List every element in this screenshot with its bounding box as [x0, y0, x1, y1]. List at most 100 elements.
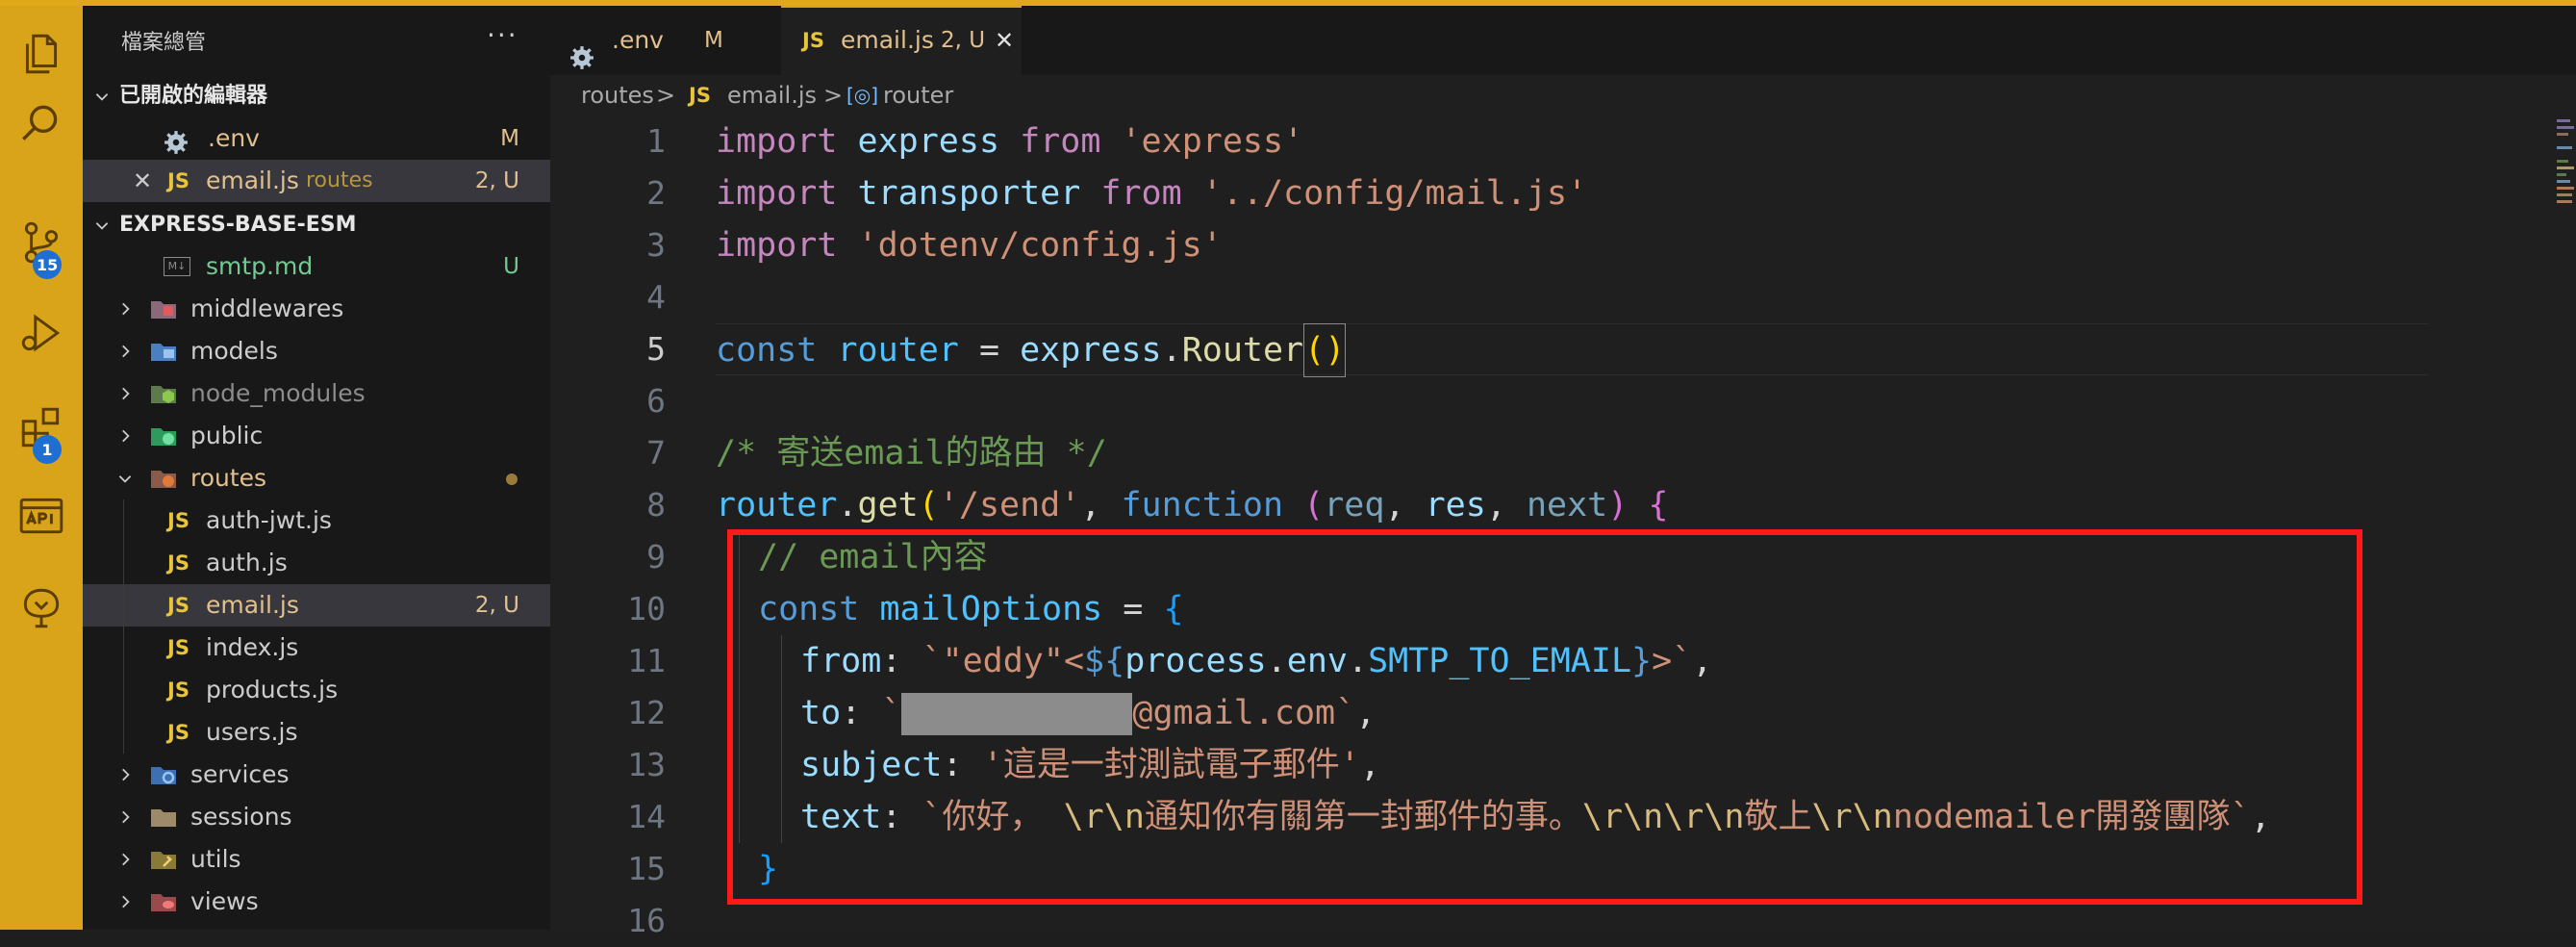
line-number-current: 5: [646, 330, 666, 368]
folder-icon: [151, 852, 176, 869]
folder-icon: [151, 809, 176, 827]
search-icon[interactable]: [0, 89, 83, 158]
gear-icon: [164, 126, 189, 154]
folder-icon: [151, 301, 176, 319]
breadcrumb-symbol[interactable]: router: [883, 75, 953, 115]
js-file-icon: JS: [167, 636, 189, 659]
code-line-8: router.get('/send', function (req, res, …: [716, 486, 1669, 525]
chevron-down-icon: [92, 204, 112, 246]
tree-folder-views[interactable]: views: [83, 881, 550, 923]
tree-item-name: middlewares: [190, 294, 344, 322]
tree-folder-sessions[interactable]: sessions: [83, 796, 550, 838]
code-line-3: import 'dotenv/config.js': [716, 226, 1223, 265]
symbol-variable-icon: [◎]: [846, 84, 879, 107]
open-editor-item-active[interactable]: ✕ JS email.js routes 2, U: [83, 160, 550, 202]
indent-guide: [123, 627, 124, 669]
tree-item-name: email.js: [206, 591, 299, 619]
run-debug-icon[interactable]: [0, 298, 83, 368]
source-control-icon[interactable]: 15: [0, 208, 83, 279]
close-icon[interactable]: ✕: [133, 160, 152, 202]
folder-icon: [151, 428, 176, 446]
modified-dot-icon: [506, 474, 518, 485]
breadcrumb-folder[interactable]: routes: [581, 75, 654, 115]
tab-email-js[interactable]: JS email.js 2, U ✕: [781, 6, 1022, 75]
explorer-header: 檔案總管 ···: [83, 6, 550, 71]
api-icon[interactable]: [0, 481, 83, 550]
tree-file-auth-jwt[interactable]: JS auth-jwt.js: [83, 499, 550, 542]
extensions-icon[interactable]: 1: [0, 393, 83, 464]
tab-status: 2, U: [941, 28, 986, 53]
gear-icon: [569, 28, 594, 69]
tree-folder-node-modules[interactable]: node_modules: [83, 372, 550, 415]
tree-file-auth[interactable]: JS auth.js: [83, 542, 550, 584]
chevron-right-icon: [115, 881, 135, 923]
line-number: 6: [646, 382, 666, 420]
js-file-icon: JS: [167, 721, 189, 744]
indent-guide: [123, 711, 124, 754]
line-number: 13: [627, 746, 666, 783]
tab-label: email.js: [841, 26, 934, 54]
line-number: 4: [646, 278, 666, 316]
explorer-sidebar: 檔案總管 ··· 已開啟的編輯器 .env M ✕ JS email.js ro…: [83, 6, 550, 930]
js-file-icon: JS: [167, 509, 189, 532]
close-icon[interactable]: ✕: [995, 6, 1014, 75]
chevron-right-icon: [115, 754, 135, 796]
scm-badge: 15: [33, 250, 63, 279]
tree-item-name: routes: [190, 464, 267, 492]
tree-item-name: public: [190, 422, 264, 449]
code-editor[interactable]: 1 2 3 4 5 6 7 8 9 10 11 12 13 14 15 16 i…: [550, 115, 2576, 939]
open-editors-section[interactable]: 已開啟的編輯器: [83, 75, 550, 117]
chevron-right-icon: [115, 415, 135, 457]
breadcrumb-separator: >: [656, 82, 676, 109]
tree-item-name: services: [190, 760, 290, 788]
tree-item-name: auth-jwt.js: [206, 506, 332, 534]
explorer-title: 檔案總管: [121, 31, 207, 55]
tree-item-name: auth.js: [206, 549, 288, 576]
tree-folder-models[interactable]: models: [83, 330, 550, 372]
line-number: 14: [627, 798, 666, 835]
breadcrumb-file[interactable]: email.js: [727, 75, 817, 115]
remote-icon[interactable]: [0, 574, 83, 643]
project-section[interactable]: EXPRESS-BASE-ESM: [83, 204, 550, 246]
more-actions-icon[interactable]: ···: [487, 19, 518, 51]
tree-file-products[interactable]: JS products.js: [83, 669, 550, 711]
tree-item-status: 2, U: [474, 593, 519, 618]
explorer-icon[interactable]: [0, 19, 83, 89]
line-number: 15: [627, 850, 666, 887]
open-editor-item[interactable]: .env M: [83, 117, 550, 160]
indent-guide: [123, 542, 124, 584]
js-file-icon: JS: [167, 551, 189, 575]
chevron-right-icon: [115, 330, 135, 372]
chevron-down-icon: [92, 75, 112, 117]
tree-item-name: sessions: [190, 803, 292, 831]
tree-folder-utils[interactable]: utils: [83, 838, 550, 881]
tree-file-email-selected[interactable]: JS email.js 2, U: [83, 584, 550, 627]
tree-folder-routes[interactable]: routes: [83, 457, 550, 499]
tree-file-users[interactable]: JS users.js: [83, 711, 550, 754]
folder-open-icon: [151, 471, 176, 488]
breadcrumb: routes > JS email.js > [◎] router: [550, 75, 2576, 115]
indent-guide: [123, 499, 124, 542]
line-number: 9: [646, 538, 666, 576]
tab-env[interactable]: .env M: [550, 6, 773, 75]
tree-item-name: models: [190, 337, 278, 365]
chevron-right-icon: [115, 838, 135, 881]
tree-item-name: views: [190, 887, 259, 915]
js-file-icon: JS: [167, 169, 189, 192]
tree-item-status: U: [503, 254, 519, 279]
tree-file-index[interactable]: JS index.js: [83, 627, 550, 669]
minimap[interactable]: [2557, 115, 2576, 241]
chevron-right-icon: [115, 288, 135, 330]
indent-guide: [123, 584, 124, 627]
tree-folder-middlewares[interactable]: middlewares: [83, 288, 550, 330]
bracket-match-highlight: (): [1303, 323, 1347, 377]
tree-item-smtp-md[interactable]: M↓ smtp.md U: [83, 245, 550, 288]
tab-status: M: [704, 28, 723, 53]
tree-folder-services[interactable]: services: [83, 754, 550, 796]
js-file-icon: JS: [167, 594, 189, 617]
folder-icon: [151, 344, 176, 361]
tree-item-name: users.js: [206, 718, 298, 746]
tree-folder-public[interactable]: public: [83, 415, 550, 457]
indent-guide: [123, 669, 124, 711]
chevron-right-icon: [115, 796, 135, 838]
